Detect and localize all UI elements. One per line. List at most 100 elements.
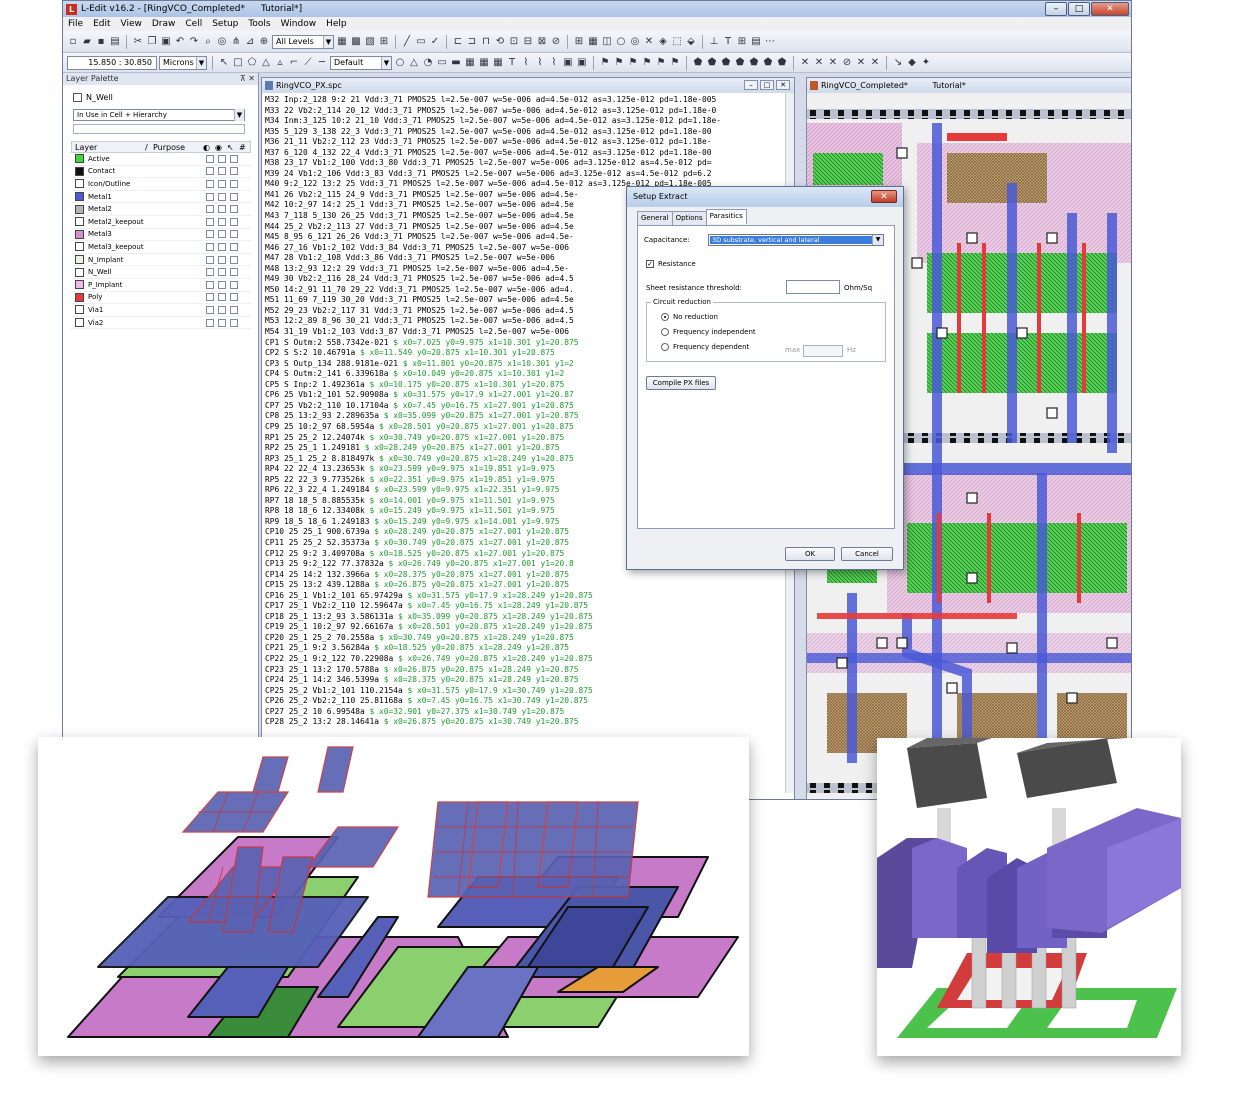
cross-icon[interactable]: ✕ [643, 36, 655, 48]
extract-icon[interactable]: ⬚ [671, 36, 683, 48]
pie-icon[interactable]: ◔ [422, 57, 434, 69]
flip-icon[interactable]: ⊓ [480, 36, 492, 48]
layer-selectable-checkbox[interactable] [230, 230, 238, 239]
layer-lock-checkbox[interactable] [206, 217, 214, 226]
layer-lock-checkbox[interactable] [206, 318, 214, 327]
layer-selectable-checkbox[interactable] [230, 293, 238, 302]
tool7-icon[interactable]: ⬟ [776, 57, 788, 69]
tool4-icon[interactable]: ⬟ [734, 57, 746, 69]
layer-visible-checkbox[interactable] [218, 167, 226, 176]
layer-lock-checkbox[interactable] [206, 305, 214, 314]
col-layer[interactable]: Layer [72, 143, 142, 152]
layer-row[interactable]: Contact [71, 166, 251, 179]
paste-icon[interactable]: ▣ [160, 36, 172, 48]
cut-icon[interactable]: ✂ [132, 36, 144, 48]
menu-window[interactable]: Window [276, 19, 322, 29]
col-purpose[interactable]: Purpose [150, 143, 200, 152]
tool2-icon[interactable]: ⬟ [706, 57, 718, 69]
star-icon[interactable]: ✦ [920, 57, 932, 69]
undo-icon[interactable]: ↶ [174, 36, 186, 48]
route2-icon[interactable]: ⌇ [534, 57, 546, 69]
draw-line-icon[interactable]: ╱ [401, 36, 413, 48]
copy-icon[interactable]: ❐ [146, 36, 158, 48]
layer-visible-checkbox[interactable] [218, 205, 226, 214]
find-icon[interactable]: ⌕ [202, 36, 214, 48]
open-folder-icon[interactable]: ▰ [81, 36, 93, 48]
port-icon[interactable]: ◫ [601, 36, 613, 48]
cross-section-icon[interactable]: ⊞ [736, 36, 748, 48]
ok-button[interactable]: OK [785, 547, 835, 561]
menu-setup[interactable]: Setup [207, 19, 243, 29]
polygon-icon[interactable]: ⬠ [246, 57, 258, 69]
print-icon[interactable]: ▤ [109, 36, 121, 48]
triangle-outline-icon[interactable]: ▵ [274, 57, 286, 69]
ruler-icon[interactable]: ⊿ [244, 36, 256, 48]
redo-icon[interactable]: ↷ [188, 36, 200, 48]
align-icon[interactable]: ⊏ [452, 36, 464, 48]
layer-visible-checkbox[interactable] [218, 230, 226, 239]
check-icon[interactable]: ✓ [429, 36, 441, 48]
tool5-icon[interactable]: ⬟ [748, 57, 760, 69]
device2-icon[interactable]: ⚑ [613, 57, 625, 69]
layer-selectable-checkbox[interactable] [230, 179, 238, 188]
zoom-icon[interactable]: ⊕ [258, 36, 270, 48]
layer-row[interactable]: P_Implant [71, 279, 251, 292]
rotate-icon[interactable]: ⟲ [494, 36, 506, 48]
lvs-icon[interactable]: ⬙ [685, 36, 697, 48]
display-icon[interactable]: ⊞ [378, 36, 390, 48]
layer-row[interactable]: Metal3 [71, 229, 251, 242]
menu-help[interactable]: Help [321, 19, 352, 29]
layer-selectable-checkbox[interactable] [230, 167, 238, 176]
group-icon[interactable]: ⊡ [508, 36, 520, 48]
layer-selectable-checkbox[interactable] [230, 205, 238, 214]
radio-frequency-independent[interactable] [661, 328, 669, 336]
save-icon[interactable]: ▪ [95, 36, 107, 48]
layer-visible-checkbox[interactable] [218, 255, 226, 264]
layer-row[interactable]: Metal3_keepout [71, 241, 251, 254]
save-view-icon[interactable]: ▭ [415, 36, 427, 48]
new-file-icon[interactable]: ▫ [67, 36, 79, 48]
spice-close-button[interactable]: ✕ [776, 80, 790, 90]
device3-icon[interactable]: ⚑ [627, 57, 639, 69]
layer-row[interactable]: Via2 [71, 317, 251, 330]
layer-search-input[interactable] [73, 124, 245, 134]
align-center-icon[interactable]: ⊐ [466, 36, 478, 48]
menu-draw[interactable]: Draw [147, 19, 181, 29]
layer-visible-checkbox[interactable] [218, 217, 226, 226]
layer-selectable-checkbox[interactable] [230, 192, 238, 201]
device6-icon[interactable]: ⚑ [669, 57, 681, 69]
levels-select[interactable]: All Levels ▼ [272, 34, 334, 49]
layer-selectable-checkbox[interactable] [230, 305, 238, 314]
tab-general[interactable]: General [637, 211, 673, 226]
line-icon[interactable]: ─ [316, 57, 328, 69]
port-draw-icon[interactable]: ▭ [436, 57, 448, 69]
layer-lock-checkbox[interactable] [206, 192, 214, 201]
dialog-close-button[interactable]: ✕ [871, 190, 897, 203]
layer-row[interactable]: Metal1 [71, 191, 251, 204]
layer-lock-checkbox[interactable] [206, 179, 214, 188]
triangle-icon[interactable]: △ [260, 57, 272, 69]
layer-visible-checkbox[interactable] [218, 305, 226, 314]
layer-visible-checkbox[interactable] [218, 242, 226, 251]
layer-row[interactable]: Poly [71, 292, 251, 305]
layer-visible-checkbox[interactable] [218, 293, 226, 302]
device-icon[interactable]: ⚑ [599, 57, 611, 69]
grid-icon[interactable]: ▦ [587, 36, 599, 48]
tool6-icon[interactable]: ⬟ [762, 57, 774, 69]
layer-row[interactable]: Metal2 [71, 203, 251, 216]
layer-visible-checkbox[interactable] [218, 192, 226, 201]
layer-row[interactable]: Active [71, 153, 251, 166]
mark4-icon[interactable]: ✕ [855, 57, 867, 69]
more-icon[interactable]: ⋯ [764, 36, 776, 48]
text-icon[interactable]: T [722, 36, 734, 48]
circle-draw-icon[interactable]: ○ [394, 57, 406, 69]
menu-view[interactable]: View [116, 19, 147, 29]
layer-row[interactable]: Metal2_keepout [71, 216, 251, 229]
menu-cell[interactable]: Cell [180, 19, 207, 29]
cell-open-icon[interactable]: ▦ [336, 36, 348, 48]
slice-icon[interactable]: ⊘ [550, 36, 562, 48]
merge-icon[interactable]: ⊠ [536, 36, 548, 48]
layer-lock-checkbox[interactable] [206, 255, 214, 264]
layer-visible-checkbox[interactable] [218, 268, 226, 277]
close-button[interactable]: ✕ [1091, 2, 1129, 16]
